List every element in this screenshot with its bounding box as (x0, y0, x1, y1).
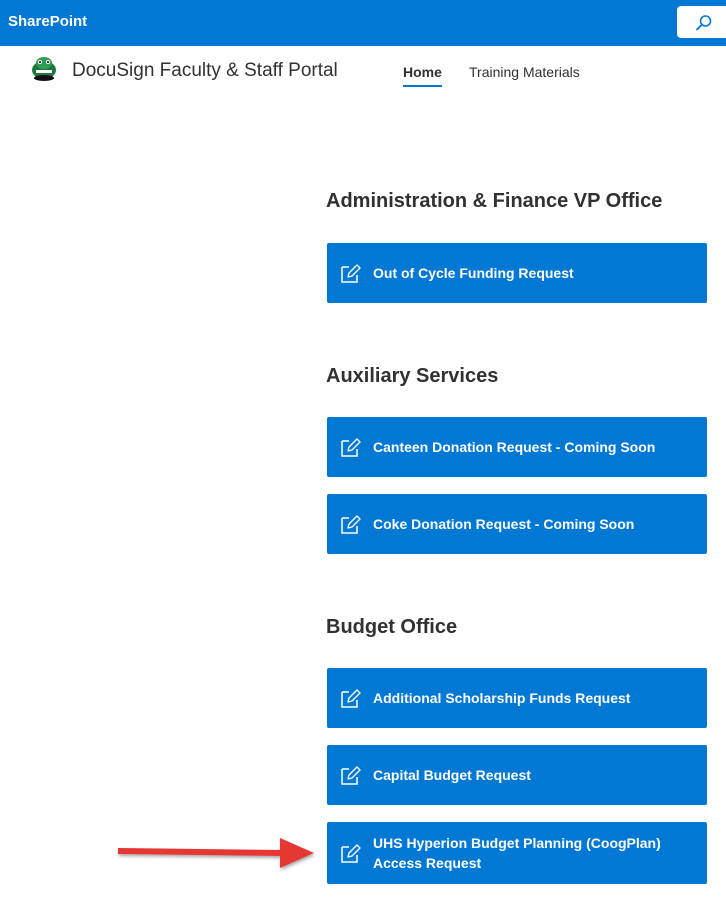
edit-form-icon (341, 766, 361, 785)
section-heading-budget-office: Budget Office (326, 616, 458, 638)
capital-budget-request-button[interactable]: Capital Budget Request (327, 745, 707, 805)
edit-form-icon (341, 515, 361, 534)
app-title[interactable]: SharePoint (8, 13, 87, 30)
hyperion-access-request-button[interactable]: UHS Hyperion Budget Planning (CoogPlan) … (327, 822, 707, 884)
section-heading-admin-finance: Administration & Finance VP Office (326, 190, 663, 212)
button-label: Additional Scholarship Funds Request (373, 690, 631, 706)
edit-form-icon (341, 689, 361, 708)
section-heading-auxiliary-services: Auxiliary Services (326, 365, 499, 387)
out-of-cycle-funding-button[interactable]: Out of Cycle Funding Request (327, 243, 707, 303)
button-label: Capital Budget Request (373, 767, 531, 783)
nav-home[interactable]: Home (403, 64, 442, 87)
site-header: DocuSign Faculty & Staff Portal Home Tra… (0, 46, 726, 100)
site-title[interactable]: DocuSign Faculty & Staff Portal (72, 60, 338, 82)
site-logo[interactable] (30, 54, 58, 82)
suite-bar: SharePoint (0, 0, 726, 46)
edit-form-icon (341, 844, 361, 863)
nav-training-materials[interactable]: Training Materials (469, 64, 580, 80)
search-button[interactable] (677, 6, 726, 38)
canteen-donation-button[interactable]: Canteen Donation Request - Coming Soon (327, 417, 707, 477)
edit-form-icon (341, 438, 361, 457)
search-icon (696, 15, 712, 31)
button-label: Out of Cycle Funding Request (373, 265, 574, 281)
button-label: UHS Hyperion Budget Planning (CoogPlan) … (373, 835, 661, 871)
edit-form-icon (341, 264, 361, 283)
additional-scholarship-funds-button[interactable]: Additional Scholarship Funds Request (327, 668, 707, 728)
coke-donation-button[interactable]: Coke Donation Request - Coming Soon (327, 494, 707, 554)
button-label: Coke Donation Request - Coming Soon (373, 516, 635, 532)
button-label: Canteen Donation Request - Coming Soon (373, 439, 656, 455)
annotation-arrow-icon (118, 838, 314, 868)
